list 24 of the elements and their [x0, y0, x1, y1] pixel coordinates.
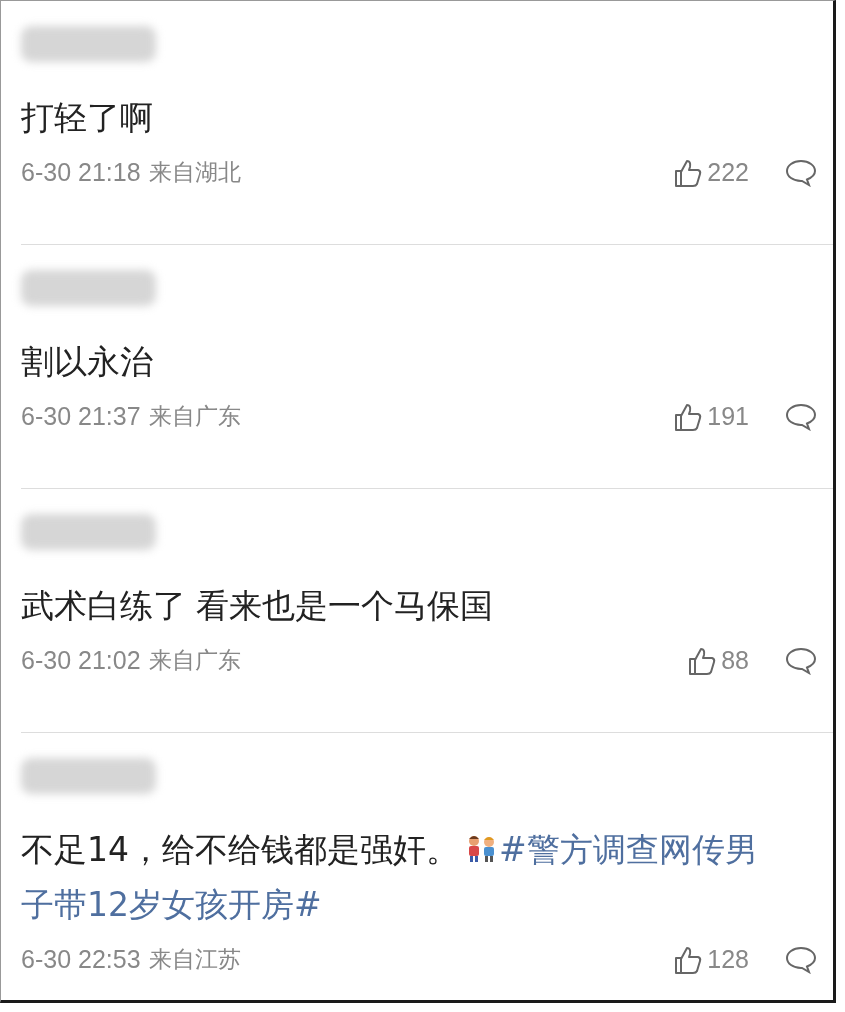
comment-time: 6-30 21:02 — [21, 646, 141, 675]
like-button[interactable]: 222 — [673, 157, 749, 188]
comment-time: 6-30 22:53 — [21, 945, 141, 974]
thumbs-up-icon — [687, 645, 718, 676]
comment-text: 不足14，给不给钱都是强奸。 #警方调查网传男子带12岁女孩开房# — [21, 829, 759, 926]
like-button[interactable]: 88 — [687, 645, 749, 676]
like-button[interactable]: 128 — [673, 944, 749, 975]
thumbs-up-icon — [673, 157, 704, 188]
comment-location: 来自江苏 — [148, 945, 241, 974]
comment-text: 武术白练了 看来也是一个马保国 — [21, 586, 494, 625]
comment-text: 打轻了啊 — [21, 98, 153, 137]
comment-location: 来自广东 — [148, 402, 241, 431]
thumbs-up-icon — [673, 401, 704, 432]
comment-icon[interactable] — [785, 402, 817, 431]
comment-time: 6-30 21:37 — [21, 402, 141, 431]
thumbs-up-icon — [673, 944, 704, 975]
comment-text: 割以永治 — [21, 342, 153, 381]
comment-icon[interactable] — [785, 945, 817, 974]
comment-location: 来自广东 — [148, 646, 241, 675]
comment-time: 6-30 21:18 — [21, 158, 141, 187]
like-button[interactable]: 191 — [673, 401, 749, 432]
comment-location: 来自湖北 — [148, 158, 241, 187]
comment-icon[interactable] — [785, 646, 817, 675]
comment-icon[interactable] — [785, 158, 817, 187]
